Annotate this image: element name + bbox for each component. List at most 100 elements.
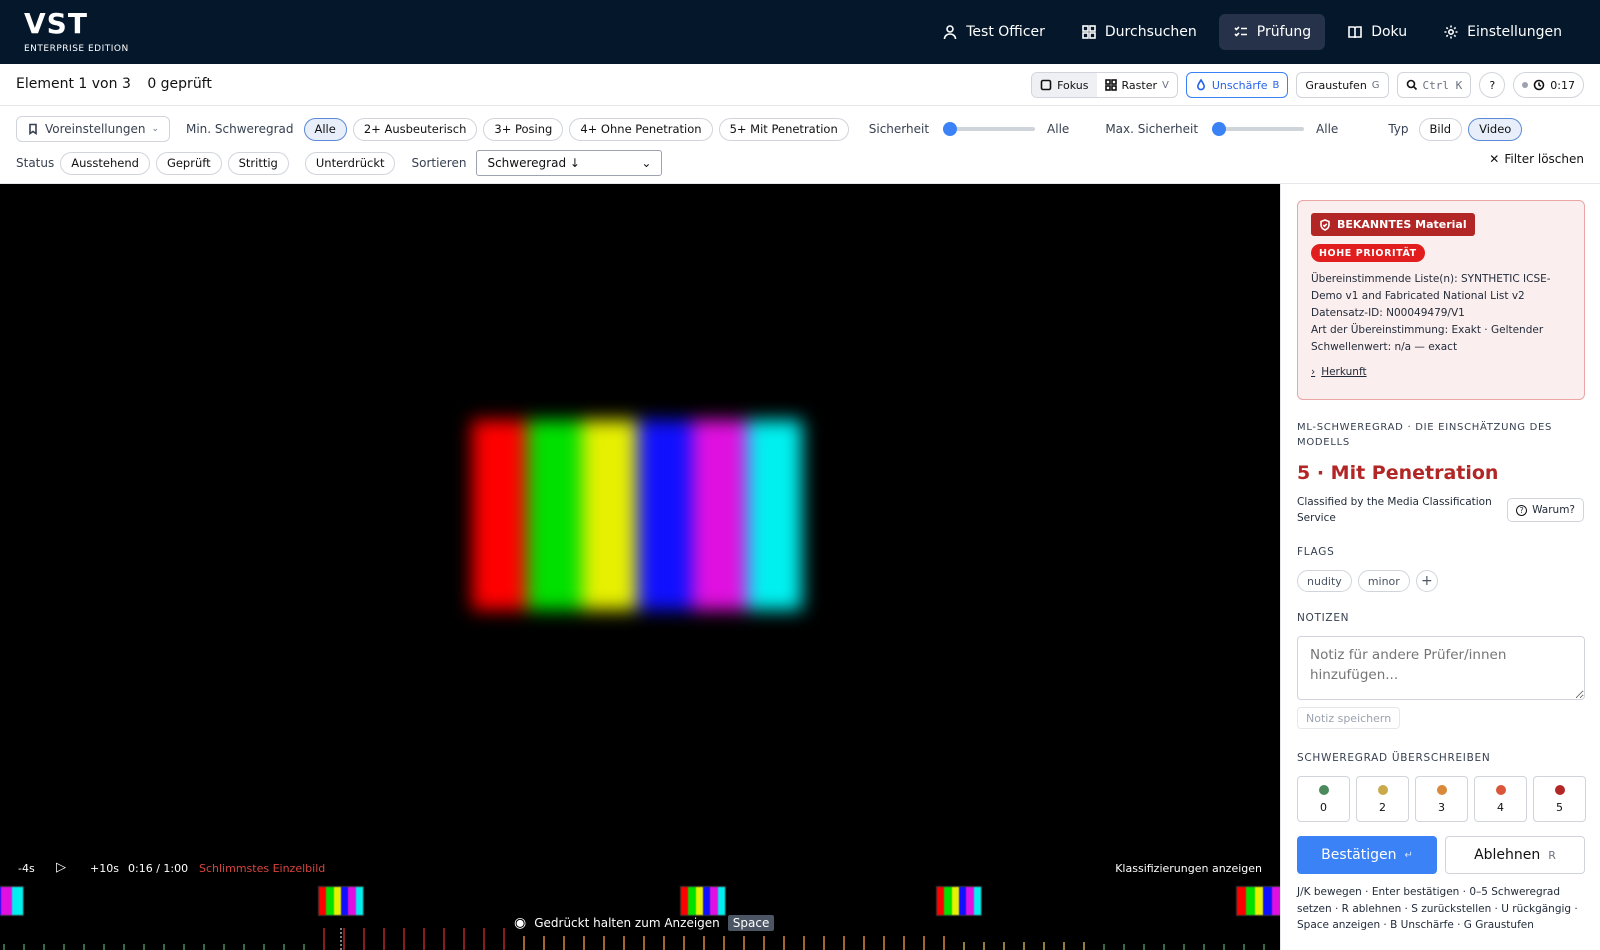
filter-row-severity: Voreinstellungen ⌄ Min. Schweregrad Alle… xyxy=(16,116,1523,142)
focus-label: Fokus xyxy=(1057,78,1089,92)
severity-button-5[interactable]: 5 xyxy=(1533,776,1586,822)
time-display: 0:16 / 1:00 xyxy=(128,862,189,875)
status-chip-reviewed[interactable]: Geprüft xyxy=(155,151,222,175)
shield-icon xyxy=(1320,218,1330,231)
severity-dot xyxy=(1318,784,1329,795)
gear-icon xyxy=(1444,25,1458,39)
nav-browse[interactable]: Durchsuchen xyxy=(1067,14,1211,50)
save-note-button[interactable]: Notiz speichern xyxy=(1297,707,1401,729)
suppressed-toggle[interactable]: Unterdrückt xyxy=(304,151,396,175)
video-player[interactable]: -4s ▷ +10s 0:16 / 1:00 Schlimmstes Einze… xyxy=(0,184,1280,950)
worst-frame-link[interactable]: Schlimmstes Einzelbild xyxy=(199,862,325,875)
clear-filters-label: Filter löschen xyxy=(1504,152,1584,166)
play-icon[interactable]: ▷ xyxy=(56,860,66,875)
app-name: VST xyxy=(24,7,88,40)
type-chip-image[interactable]: Bild xyxy=(1418,117,1463,141)
square-icon xyxy=(1040,79,1052,91)
status-label: Status xyxy=(16,156,55,170)
severity-timeline[interactable] xyxy=(0,928,1280,950)
confirm-button[interactable]: Bestätigen ↵ xyxy=(1297,836,1437,874)
ml-severity-value: 5 · Mit Penetration xyxy=(1297,462,1499,484)
severity-value: 0 xyxy=(1320,800,1327,814)
severity-value: 4 xyxy=(1497,800,1504,814)
known-material-badge: BEKANNTES Material xyxy=(1311,213,1475,236)
timeline-thumbnail[interactable] xyxy=(936,886,982,916)
timeline-thumbnail[interactable] xyxy=(1236,886,1280,916)
book-icon xyxy=(1348,26,1362,39)
nav-settings[interactable]: Einstellungen xyxy=(1429,14,1576,50)
severity-chip-3[interactable]: 3+ Posing xyxy=(483,117,564,141)
blur-toggle[interactable]: Unschärfe B xyxy=(1185,72,1289,98)
flag-chip[interactable]: minor xyxy=(1357,570,1410,592)
confidence-slider[interactable] xyxy=(943,122,1036,136)
sort-value: Schweregrad ↓ xyxy=(487,156,580,170)
nav-label: Prüfung xyxy=(1256,24,1312,40)
severity-button-2[interactable]: 2 xyxy=(1356,776,1409,822)
presets-label: Voreinstellungen xyxy=(45,122,146,136)
why-label: Warum? xyxy=(1532,504,1575,516)
severity-chip-4[interactable]: 4+ Ohne Penetration xyxy=(569,117,713,141)
clear-filters-button[interactable]: ✕ Filter löschen xyxy=(1489,152,1584,166)
help-circle-icon: ? xyxy=(1516,504,1528,516)
slider-handle[interactable] xyxy=(1212,122,1227,136)
seek-forward-button[interactable]: +10s xyxy=(90,862,119,875)
flags-heading: FLAGS xyxy=(1297,546,1335,558)
clock-icon xyxy=(1533,79,1545,91)
timeline-thumbnail[interactable] xyxy=(680,886,726,916)
user-icon xyxy=(943,25,957,40)
reject-label: Ablehnen xyxy=(1474,847,1541,863)
grayscale-shortcut: G xyxy=(1371,79,1380,91)
filter-row-status: Status Ausstehend Geprüft Strittig Unter… xyxy=(16,150,663,176)
type-chip-video[interactable]: Video xyxy=(1468,117,1523,141)
review-side-panel: BEKANNTES Material HOHE PRIORITÄT Überei… xyxy=(1280,184,1600,950)
slider-handle[interactable] xyxy=(943,122,958,136)
top-navigation-bar: VST ENTERPRISE EDITION Test Officer Durc… xyxy=(0,0,1600,64)
search-button[interactable]: Ctrl K xyxy=(1396,72,1472,98)
seek-back-button[interactable]: -4s xyxy=(18,862,35,875)
item-position: Element 1 von 3 xyxy=(16,76,131,92)
severity-button-3[interactable]: 3 xyxy=(1415,776,1468,822)
presets-dropdown[interactable]: Voreinstellungen ⌄ xyxy=(16,116,170,142)
match-details: Übereinstimmende Liste(n): SYNTHETIC ICS… xyxy=(1311,271,1573,356)
severity-button-4[interactable]: 4 xyxy=(1474,776,1527,822)
confirm-label: Bestätigen xyxy=(1321,847,1397,863)
view-mode-toggle: Fokus Raster V xyxy=(1031,72,1178,98)
timeline-thumbnail[interactable] xyxy=(318,886,364,916)
provenance-toggle[interactable]: › Herkunft xyxy=(1311,366,1367,378)
grid-mode-button[interactable]: Raster V xyxy=(1097,73,1177,97)
severity-chip-all[interactable]: Alle xyxy=(303,117,347,141)
severity-button-0[interactable]: 0 xyxy=(1297,776,1350,822)
provenance-label: Herkunft xyxy=(1321,366,1367,378)
known-material-label: BEKANNTES Material xyxy=(1337,218,1467,231)
match-type: Art der Übereinstimmung: Exakt · Geltend… xyxy=(1311,324,1544,353)
severity-chip-2[interactable]: 2+ Ausbeuterisch xyxy=(352,117,478,141)
nav-test-officer[interactable]: Test Officer xyxy=(928,14,1059,50)
sort-select[interactable]: Schweregrad ↓ ⌄ xyxy=(476,150,663,176)
show-classifications-toggle[interactable]: Klassifizierungen anzeigen xyxy=(1115,862,1262,875)
severity-value: 2 xyxy=(1379,800,1386,814)
help-button[interactable]: ? xyxy=(1479,72,1506,98)
flag-chip[interactable]: nudity xyxy=(1297,570,1352,592)
grayscale-toggle[interactable]: Graustufen G xyxy=(1296,72,1389,98)
severity-dot xyxy=(1554,784,1565,795)
video-frame-blurred xyxy=(472,420,802,610)
status-chip-pending[interactable]: Ausstehend xyxy=(60,151,150,175)
timeline-thumbnail[interactable] xyxy=(0,886,24,916)
severity-value: 5 xyxy=(1556,800,1563,814)
keyboard-shortcuts-hint: J/K bewegen · Enter bestätigen · 0–5 Sch… xyxy=(1297,886,1578,931)
focus-mode-button[interactable]: Fokus xyxy=(1032,73,1097,97)
app-logo[interactable]: VST ENTERPRISE EDITION xyxy=(24,7,129,55)
add-flag-button[interactable]: + xyxy=(1415,570,1438,592)
severity-chip-5[interactable]: 5+ Mit Penetration xyxy=(718,117,849,141)
grayscale-label: Graustufen xyxy=(1305,78,1367,92)
notes-input[interactable] xyxy=(1297,636,1585,700)
flags-list: nudity minor + xyxy=(1297,570,1438,592)
max-confidence-slider[interactable] xyxy=(1212,122,1305,136)
reject-button[interactable]: Ablehnen R xyxy=(1445,836,1585,874)
why-button[interactable]: ? Warum? xyxy=(1507,498,1584,522)
nav-docs[interactable]: Doku xyxy=(1333,14,1421,50)
status-chip-disputed[interactable]: Strittig xyxy=(227,151,289,175)
blur-label: Unschärfe xyxy=(1211,78,1268,92)
chevron-right-icon: › xyxy=(1311,366,1316,378)
nav-review[interactable]: Prüfung xyxy=(1218,14,1326,50)
